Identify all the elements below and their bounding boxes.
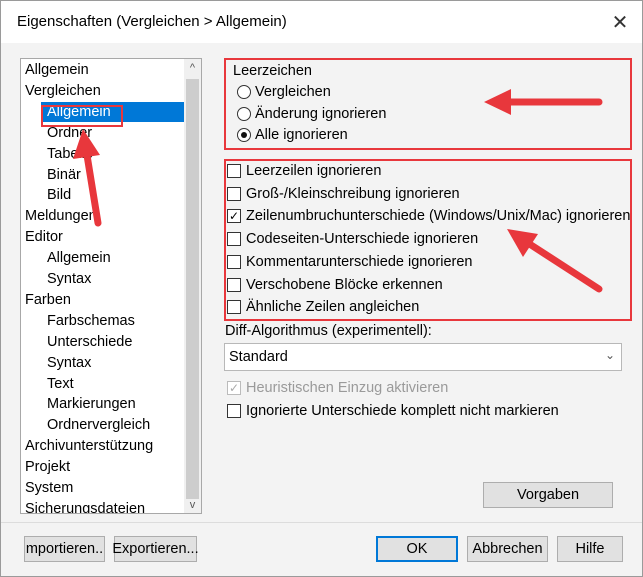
tree-item[interactable]: Markierungen [47, 394, 136, 414]
checkbox-icon [227, 164, 241, 178]
radio-icon [237, 107, 251, 121]
tree-item[interactable]: Unterschiede [47, 332, 132, 352]
close-icon: ✕ [611, 11, 629, 34]
checkbox-checked-icon: ✓ [227, 381, 241, 395]
option-checkbox[interactable]: Groß-/Kleinschreibung ignorieren [227, 184, 460, 204]
category-tree[interactable]: Allgemein Vergleichen Allgemein Ordner Tabel… [20, 58, 202, 514]
checkbox-icon [227, 404, 241, 418]
tree-item[interactable]: Sicherungsdateien [25, 499, 145, 513]
tree-item[interactable]: Editor [25, 227, 63, 247]
divider [1, 522, 642, 523]
checkbox-label: Codeseiten-Unterschiede ignorieren [246, 231, 479, 248]
ok-button[interactable]: OK [376, 536, 458, 562]
tree-item[interactable]: Farben [25, 290, 71, 310]
tree-item[interactable]: Projekt [25, 457, 70, 477]
tree-item[interactable]: Farbschemas [47, 311, 135, 331]
tree-item[interactable]: Syntax [47, 353, 91, 373]
export-button[interactable]: Exportieren... [112, 536, 199, 562]
tree-item[interactable]: Archivunterstützung [25, 436, 153, 456]
tree-item[interactable]: Allgemein [25, 60, 89, 80]
whitespace-label: Leerzeichen [233, 63, 312, 79]
arrow-options-icon [524, 239, 603, 293]
tree-item[interactable]: Text [47, 374, 74, 394]
radio-ignore-all[interactable]: Alle ignorieren [237, 125, 348, 145]
tree-item[interactable]: Syntax [47, 269, 91, 289]
tree-item[interactable]: Meldungen [25, 206, 97, 226]
defaults-button[interactable]: Vorgaben [483, 482, 613, 508]
arrow-head-options-icon [507, 229, 538, 257]
radio-checked-icon [237, 128, 251, 142]
option-checkbox[interactable]: Codeseiten-Unterschiede ignorieren [227, 229, 478, 249]
checkbox-checked-icon: ✓ [227, 209, 241, 224]
radio-icon [237, 85, 251, 99]
diff-algorithm-label: Diff-Algorithmus (experimentell): [225, 323, 432, 339]
checkbox-label: Leerzeilen ignorieren [246, 163, 382, 179]
import-button[interactable]: mportieren.. [24, 536, 105, 562]
tree-item[interactable]: System [25, 478, 73, 498]
chevron-down-icon: ⌄ [604, 348, 615, 362]
scroll-down-icon[interactable]: v [184, 496, 201, 513]
radio-ignore-changes[interactable]: Änderung ignorieren [237, 104, 386, 124]
option-checkbox[interactable]: Ähnliche Zeilen angleichen [227, 297, 419, 317]
arrow-head-whitespace-icon [484, 89, 511, 115]
close-button[interactable]: ✕ [604, 7, 636, 37]
radio-label: Alle ignorieren [255, 127, 348, 143]
tree-item[interactable]: Tabelle [47, 144, 93, 164]
window-title: Eigenschaften (Vergleichen > Allgemein) [17, 13, 287, 30]
diff-algorithm-select[interactable]: Standard ⌄ [224, 343, 622, 371]
scroll-up-icon[interactable]: ^ [184, 59, 201, 76]
properties-dialog: Eigenschaften (Vergleichen > Allgemein) … [0, 0, 643, 577]
cancel-button[interactable]: Abbrechen [467, 536, 548, 562]
option-checkbox[interactable]: Verschobene Blöcke erkennen [227, 275, 443, 295]
checkbox-label: Kommentarunterschiede ignorieren [246, 253, 473, 270]
title-bar: Eigenschaften (Vergleichen > Allgemein) … [1, 1, 642, 43]
tree-item[interactable]: Ordnervergleich [47, 415, 150, 435]
checkbox-icon [227, 186, 241, 201]
tree-item[interactable]: Vergleichen [25, 81, 101, 101]
checkbox-icon [227, 232, 241, 247]
scroll-thumb[interactable] [186, 79, 199, 499]
radio-label: Vergleichen [255, 84, 331, 100]
checkbox-icon [227, 300, 241, 315]
checkbox-label: Groß-/Kleinschreibung ignorieren [246, 185, 460, 202]
checkbox-label: Zeilenumbruchunterschiede (Windows/Unix/… [246, 208, 631, 225]
tree-item[interactable]: Allgemein [41, 101, 185, 122]
tree-item[interactable]: Allgemein [47, 248, 111, 268]
checkbox-icon [227, 254, 241, 269]
heuristic-indent-checkbox[interactable]: ✓ Heuristischen Einzug aktivieren [227, 378, 448, 398]
radio-label: Änderung ignorieren [255, 106, 387, 122]
option-checkbox[interactable]: ✓ Zeilenumbruchunterschiede (Windows/Unix… [227, 206, 630, 226]
checkbox-label: Ähnliche Zeilen angleichen [246, 299, 420, 316]
checkbox-label: Heuristischen Einzug aktivieren [246, 380, 449, 396]
tree-item[interactable]: Binär [47, 165, 81, 185]
help-button[interactable]: Hilfe [557, 536, 623, 562]
option-checkbox[interactable]: Kommentarunterschiede ignorieren [227, 252, 473, 272]
option-checkbox[interactable]: Leerzeilen ignorieren [227, 161, 381, 181]
ignored-unmarked-checkbox[interactable]: Ignorierte Unterschiede komplett nicht m… [227, 401, 559, 421]
checkbox-label: Ignorierte Unterschiede komplett nicht m… [246, 403, 559, 419]
tree-item[interactable]: Ordner [47, 123, 92, 143]
tree-scrollbar[interactable]: ^ v [184, 59, 201, 513]
checkbox-label: Verschobene Blöcke erkennen [246, 276, 443, 293]
radio-compare[interactable]: Vergleichen [237, 82, 331, 102]
tree-item[interactable]: Bild [47, 185, 71, 205]
diff-algorithm-value: Standard [229, 349, 288, 365]
checkbox-icon [227, 277, 241, 292]
